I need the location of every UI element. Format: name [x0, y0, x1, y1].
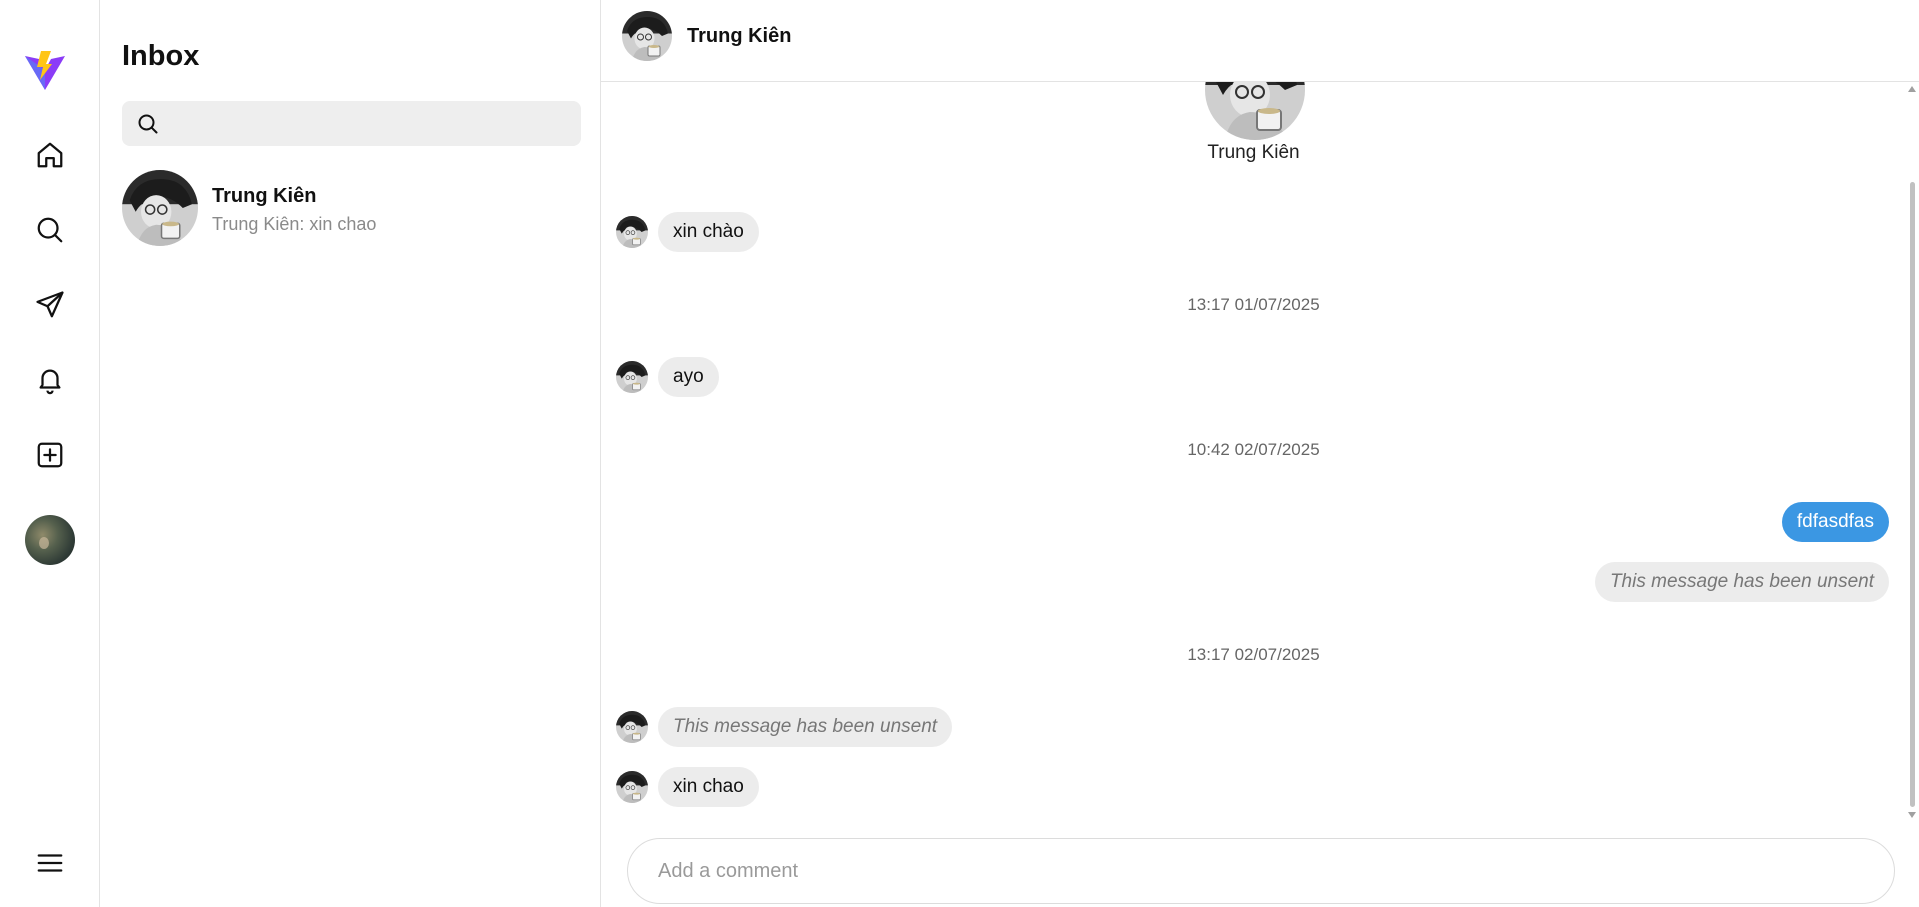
message-row: xin chao: [616, 767, 759, 807]
sender-avatar: [616, 711, 648, 743]
nav-rail: [0, 0, 100, 907]
message-row: ayo: [616, 357, 719, 397]
chat-header: Trung Kiên: [601, 0, 1919, 82]
nav-notifications-button[interactable]: [30, 360, 70, 400]
app-logo-icon[interactable]: [24, 50, 66, 92]
nav-search-button[interactable]: [30, 210, 70, 250]
scroll-down-arrow-icon[interactable]: [1908, 812, 1916, 818]
sender-avatar: [616, 361, 648, 393]
scroll-up-arrow-icon[interactable]: [1908, 86, 1916, 92]
inbox-panel: Inbox Trung Kiên Trung Kiên: xin chao: [100, 0, 601, 907]
chat-profile-name: Trung Kiên: [1207, 142, 1300, 163]
conversation-avatar: [122, 170, 198, 246]
message-bubble[interactable]: xin chao: [658, 767, 759, 807]
message-row: xin chào: [616, 212, 759, 252]
inbox-search-bar[interactable]: [122, 101, 581, 146]
sender-avatar: [616, 216, 648, 248]
comment-input[interactable]: [658, 839, 1894, 903]
message-timestamp: 13:17 01/07/2025: [1187, 295, 1320, 314]
sent-message-bubble[interactable]: fdfasdfas: [1781, 502, 1889, 542]
plus-square-icon: [37, 442, 63, 468]
send-icon: [36, 291, 64, 318]
conversation-item[interactable]: Trung Kiên Trung Kiên: xin chao: [122, 170, 581, 248]
menu-icon: [37, 854, 63, 872]
message-timestamp: 13:17 02/07/2025: [1187, 645, 1320, 664]
message-row: This message has been unsent: [616, 707, 953, 747]
sender-avatar: [616, 771, 648, 803]
message-row: fdfasdfas: [1781, 502, 1889, 542]
inbox-search-input[interactable]: [170, 101, 581, 146]
search-icon: [138, 114, 158, 133]
message-row: This message has been unsent: [1594, 562, 1889, 602]
nav-create-button[interactable]: [30, 435, 70, 475]
conversation-preview: Trung Kiên: xin chao: [212, 214, 377, 234]
search-icon: [37, 217, 63, 243]
message-bubble[interactable]: xin chào: [658, 212, 759, 252]
chat-panel: Trung Kiên Trung Kiên xin chào 13:17 01/…: [601, 0, 1919, 907]
profile-avatar[interactable]: [25, 515, 75, 565]
message-list[interactable]: Trung Kiên xin chào 13:17 01/07/2025 ayo…: [601, 82, 1919, 822]
chat-profile-avatar[interactable]: [1205, 82, 1305, 140]
message-composer[interactable]: [627, 838, 1895, 904]
unsent-message-bubble: This message has been unsent: [1594, 562, 1889, 602]
message-bubble[interactable]: ayo: [658, 357, 719, 397]
conversation-name: Trung Kiên: [212, 185, 317, 207]
home-icon: [37, 142, 63, 168]
unsent-message-bubble: This message has been unsent: [658, 707, 953, 747]
bell-icon: [39, 369, 61, 395]
nav-messages-button[interactable]: [30, 285, 70, 325]
chat-header-name[interactable]: Trung Kiên: [687, 25, 791, 48]
chat-header-avatar[interactable]: [622, 11, 672, 61]
inbox-title: Inbox: [122, 40, 200, 72]
scrollbar-thumb[interactable]: [1910, 182, 1915, 807]
message-list-scrollbar[interactable]: [1905, 82, 1919, 822]
nav-home-button[interactable]: [30, 135, 70, 175]
nav-menu-button[interactable]: [30, 843, 70, 883]
message-timestamp: 10:42 02/07/2025: [1187, 440, 1320, 459]
